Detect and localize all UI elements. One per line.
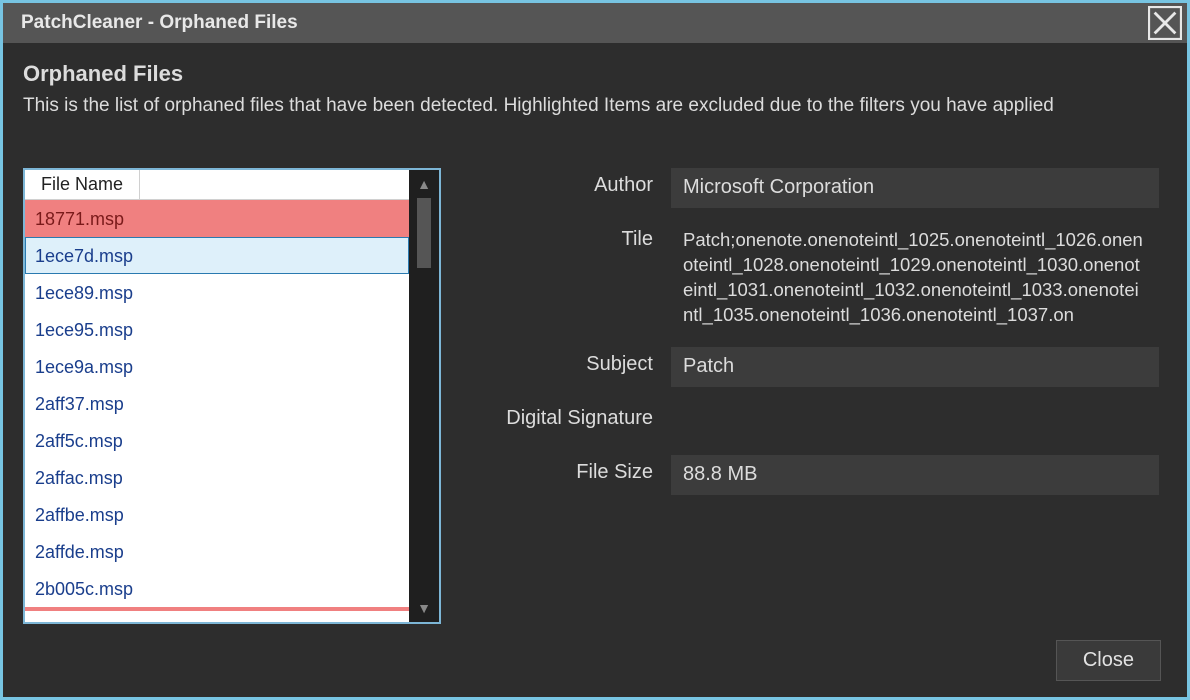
column-header-filename[interactable]: File Name — [25, 170, 140, 199]
page-subtitle: This is the list of orphaned files that … — [23, 93, 1167, 120]
scrollbar-track[interactable] — [417, 198, 431, 594]
list-item[interactable]: 2aff37.msp — [25, 385, 409, 422]
file-list: File Name 18771.msp1ece7d.msp1ece89.msp1… — [23, 168, 441, 624]
label-digital-signature: Digital Signature — [471, 401, 671, 430]
list-item[interactable]: 1ece95.msp — [25, 311, 409, 348]
list-item[interactable]: 1ece89.msp — [25, 274, 409, 311]
scroll-up-icon[interactable]: ▲ — [417, 176, 431, 192]
label-tile: Tile — [471, 222, 671, 251]
page-title: Orphaned Files — [23, 61, 1167, 87]
value-file-size: 88.8 MB — [671, 455, 1159, 495]
list-item[interactable]: 2affac.msp — [25, 459, 409, 496]
scroll-down-icon[interactable]: ▼ — [417, 600, 431, 616]
list-item[interactable] — [25, 607, 409, 611]
titlebar[interactable]: PatchCleaner - Orphaned Files — [3, 3, 1187, 43]
scrollbar-thumb[interactable] — [417, 198, 431, 268]
list-item[interactable]: 1ece9a.msp — [25, 348, 409, 385]
value-tile: Patch;onenote.onenoteintl_1025.onenotein… — [671, 222, 1159, 334]
scrollbar[interactable]: ▲ ▼ — [409, 170, 439, 622]
label-file-size: File Size — [471, 455, 671, 484]
file-list-header[interactable]: File Name — [25, 170, 409, 200]
label-author: Author — [471, 168, 671, 197]
list-item[interactable]: 2affbe.msp — [25, 496, 409, 533]
field-tile: Tile Patch;onenote.onenoteintl_1025.onen… — [471, 222, 1159, 334]
window: PatchCleaner - Orphaned Files Orphaned F… — [3, 3, 1187, 697]
label-subject: Subject — [471, 347, 671, 376]
window-title: PatchCleaner - Orphaned Files — [21, 12, 1147, 34]
value-subject: Patch — [671, 347, 1159, 387]
list-item[interactable]: 2aff5c.msp — [25, 422, 409, 459]
footer: Close — [23, 640, 1167, 687]
close-button[interactable]: Close — [1056, 640, 1161, 681]
details-panel: Author Microsoft Corporation Tile Patch;… — [471, 168, 1167, 640]
content-area: Orphaned Files This is the list of orpha… — [3, 43, 1187, 697]
list-item[interactable]: 1ece7d.msp — [25, 237, 409, 274]
value-digital-signature — [671, 401, 1159, 441]
file-list-main: File Name 18771.msp1ece7d.msp1ece89.msp1… — [25, 170, 409, 622]
close-icon — [1148, 6, 1182, 40]
list-item[interactable]: 2b005c.msp — [25, 570, 409, 607]
list-item[interactable]: 18771.msp — [25, 200, 409, 237]
field-file-size: File Size 88.8 MB — [471, 455, 1159, 495]
field-author: Author Microsoft Corporation — [471, 168, 1159, 208]
list-item[interactable]: 2affde.msp — [25, 533, 409, 570]
field-subject: Subject Patch — [471, 347, 1159, 387]
window-close-button[interactable] — [1147, 5, 1183, 41]
file-list-rows: 18771.msp1ece7d.msp1ece89.msp1ece95.msp1… — [25, 200, 409, 622]
field-digital-signature: Digital Signature — [471, 401, 1159, 441]
value-author: Microsoft Corporation — [671, 168, 1159, 208]
body: File Name 18771.msp1ece7d.msp1ece89.msp1… — [23, 168, 1167, 640]
